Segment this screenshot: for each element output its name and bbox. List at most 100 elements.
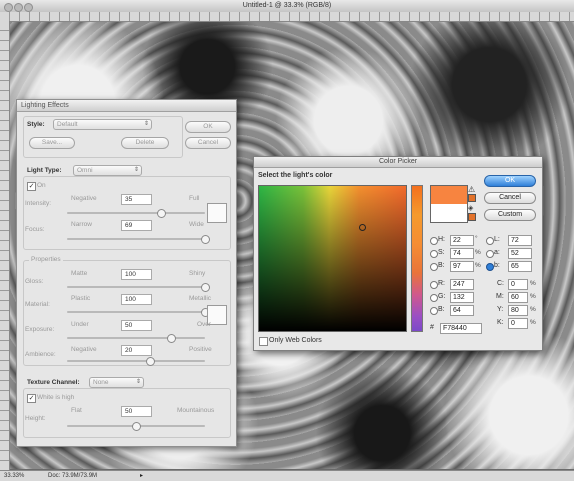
lab-a-radio[interactable] xyxy=(486,250,494,258)
ambience-slider-knob[interactable] xyxy=(145,357,155,366)
ambience-slider[interactable] xyxy=(67,357,205,366)
hue-radio[interactable] xyxy=(430,237,438,245)
focus-slider[interactable] xyxy=(67,235,210,244)
texture-channel-select[interactable]: None ⇕ xyxy=(89,377,144,388)
material-slider[interactable] xyxy=(67,308,210,317)
light-type-select[interactable]: Omni ⇕ xyxy=(73,165,142,176)
white-is-high-checkbox[interactable]: ✓ xyxy=(27,394,36,403)
focus-slider-knob[interactable] xyxy=(201,235,210,244)
status-bar: 33.33% Doc: 73.9M/73.9M ▸ xyxy=(0,470,574,481)
black-key: K: xyxy=(497,319,504,326)
style-select[interactable]: Default ⇕ xyxy=(53,119,152,130)
save-button[interactable]: Save... xyxy=(29,137,75,149)
current-color-swatch[interactable] xyxy=(431,204,467,222)
height-label: Height: xyxy=(25,415,46,422)
lab-l-field[interactable]: 72 xyxy=(508,235,532,246)
saturation-field[interactable]: 74 xyxy=(450,248,474,259)
gloss-min-label: Matte xyxy=(71,270,88,277)
blue-field[interactable]: 64 xyxy=(450,305,474,316)
hue-field[interactable]: 22 xyxy=(450,235,474,246)
light-color-swatch[interactable] xyxy=(207,203,227,223)
cyan-key: C: xyxy=(497,280,504,287)
cancel-button[interactable]: Cancel xyxy=(484,192,536,204)
chevron-updown-icon: ⇕ xyxy=(133,167,139,173)
saturation-key: S: xyxy=(438,249,445,256)
ambience-min-label: Negative xyxy=(71,346,97,353)
document-title: Untitled-1 @ 33.3% (RGB/8) xyxy=(242,2,332,9)
intensity-value[interactable]: 35 xyxy=(121,194,152,205)
lab-l-radio[interactable] xyxy=(486,237,494,245)
light-type-label: Light Type: xyxy=(27,167,62,174)
only-web-colors-checkbox[interactable] xyxy=(259,337,268,346)
yellow-field[interactable]: 80 xyxy=(508,305,528,316)
lab-a-key: a: xyxy=(494,249,500,256)
material-value[interactable]: 100 xyxy=(121,294,152,305)
web-safe-color-icon[interactable] xyxy=(468,213,476,221)
gloss-slider[interactable] xyxy=(67,283,210,292)
material-max-label: Metallic xyxy=(189,295,212,302)
red-field[interactable]: 247 xyxy=(450,279,474,290)
gloss-value[interactable]: 100 xyxy=(121,269,152,280)
cyan-field[interactable]: 0 xyxy=(508,279,528,290)
focus-value[interactable]: 69 xyxy=(121,220,152,231)
brightness-unit: % xyxy=(475,262,481,269)
white-is-high-label: White is high xyxy=(37,394,75,401)
lab-b-key: b: xyxy=(494,262,500,269)
height-slider-knob[interactable] xyxy=(132,422,141,431)
ambience-value[interactable]: 20 xyxy=(121,345,152,356)
blue-radio[interactable] xyxy=(430,307,438,315)
color-preview xyxy=(430,185,468,223)
red-radio[interactable] xyxy=(430,281,438,289)
style-value: Default xyxy=(57,121,78,128)
ok-button[interactable]: OK xyxy=(484,175,536,187)
custom-button[interactable]: Custom xyxy=(484,209,536,221)
intensity-slider-knob[interactable] xyxy=(156,209,166,218)
chevron-updown-icon: ⇕ xyxy=(135,379,141,385)
brightness-field[interactable]: 97 xyxy=(450,261,474,272)
focus-label: Focus: xyxy=(25,226,45,233)
on-checkbox[interactable]: ✓ xyxy=(27,182,36,191)
hex-field[interactable]: F78440 xyxy=(440,323,482,334)
black-field[interactable]: 0 xyxy=(508,318,528,329)
black-unit: % xyxy=(530,319,536,326)
ok-button[interactable]: OK xyxy=(185,121,231,133)
green-key: G: xyxy=(438,293,446,300)
brightness-radio[interactable] xyxy=(430,263,438,271)
exposure-max-label: Over xyxy=(197,321,212,328)
exposure-slider-knob[interactable] xyxy=(166,334,176,343)
green-field[interactable]: 132 xyxy=(450,292,474,303)
magenta-field[interactable]: 60 xyxy=(508,292,528,303)
height-max-label: Mountainous xyxy=(177,407,215,414)
exposure-slider[interactable] xyxy=(67,334,205,343)
intensity-slider[interactable] xyxy=(67,209,205,218)
gamut-color-icon[interactable] xyxy=(468,194,476,202)
cancel-button[interactable]: Cancel xyxy=(185,137,231,149)
vertical-ruler[interactable] xyxy=(0,21,10,470)
texture-channel-label: Texture Channel: xyxy=(27,379,80,386)
minimize-window-button[interactable] xyxy=(14,3,23,12)
saturation-radio[interactable] xyxy=(430,250,438,258)
height-slider[interactable] xyxy=(67,422,205,431)
gloss-max-label: Shiny xyxy=(189,270,206,277)
gamut-warning-icon[interactable]: ⚠ xyxy=(468,185,475,194)
intensity-max-label: Full xyxy=(189,195,200,202)
height-value[interactable]: 50 xyxy=(121,406,152,417)
delete-button[interactable]: Delete xyxy=(121,137,169,149)
hue-slider[interactable] xyxy=(411,185,423,332)
zoom-window-button[interactable] xyxy=(24,3,33,12)
lab-b-field[interactable]: 65 xyxy=(508,261,532,272)
close-window-button[interactable] xyxy=(4,3,13,12)
gloss-slider-knob[interactable] xyxy=(201,283,210,292)
light-type-value: Omni xyxy=(77,167,93,174)
exposure-value[interactable]: 50 xyxy=(121,320,152,331)
lab-b-radio[interactable] xyxy=(486,263,494,271)
lab-a-field[interactable]: 52 xyxy=(508,248,532,259)
web-safe-icon[interactable]: ◈ xyxy=(468,204,473,212)
color-field[interactable] xyxy=(258,185,407,332)
intensity-label: Intensity: xyxy=(25,200,52,207)
ambience-label: Ambience: xyxy=(25,351,56,358)
color-field-marker[interactable] xyxy=(359,224,366,231)
horizontal-ruler[interactable] xyxy=(0,12,574,22)
green-radio[interactable] xyxy=(430,294,438,302)
style-label: Style: xyxy=(27,121,45,128)
